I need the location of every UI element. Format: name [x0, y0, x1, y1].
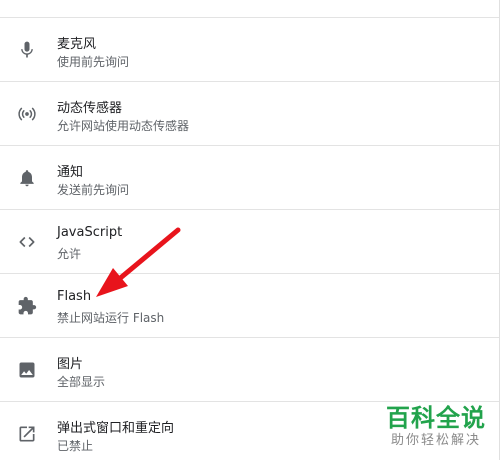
setting-row-javascript[interactable]: JavaScript 允许	[0, 209, 500, 273]
motion-sensor-icon	[17, 104, 37, 124]
site-settings-list: 麦克风 使用前先询问 动态传感器 允许网站使用动态传感器 通知 发送前先询问 J…	[0, 17, 500, 460]
setting-subtitle: 允许	[57, 247, 82, 261]
puzzle-icon	[17, 296, 37, 316]
watermark-main-text: 百科全说	[386, 404, 486, 432]
watermark-logo: 百科全说 助你轻松解决	[386, 404, 486, 450]
open-in-new-icon	[17, 424, 37, 444]
setting-row-images[interactable]: 图片 全部显示	[0, 337, 500, 401]
setting-title: 麦克风	[57, 37, 97, 52]
setting-row-notifications[interactable]: 通知 发送前先询问	[0, 145, 500, 209]
site-settings-page: 麦克风 使用前先询问 动态传感器 允许网站使用动态传感器 通知 发送前先询问 J…	[0, 0, 500, 460]
setting-title: 弹出式窗口和重定向	[57, 421, 175, 436]
setting-row-motion-sensors[interactable]: 动态传感器 允许网站使用动态传感器	[0, 81, 500, 145]
setting-subtitle: 已禁止	[57, 439, 94, 453]
setting-title: 动态传感器	[57, 101, 123, 116]
bell-icon	[17, 168, 37, 188]
setting-subtitle: 允许网站使用动态传感器	[57, 119, 190, 133]
setting-title: Flash	[57, 289, 92, 304]
setting-subtitle: 发送前先询问	[57, 183, 130, 197]
setting-subtitle: 全部显示	[57, 375, 106, 389]
setting-title: JavaScript	[57, 225, 123, 240]
setting-title: 通知	[57, 165, 84, 180]
image-icon	[17, 360, 37, 380]
setting-subtitle: 使用前先询问	[57, 55, 130, 69]
microphone-icon	[17, 40, 37, 60]
setting-title: 图片	[57, 357, 84, 372]
watermark-sub-text: 助你轻松解决	[390, 433, 481, 448]
code-icon	[17, 232, 37, 252]
setting-subtitle: 禁止网站运行 Flash	[57, 311, 165, 325]
setting-row-flash[interactable]: Flash 禁止网站运行 Flash	[0, 273, 500, 337]
setting-row-microphone[interactable]: 麦克风 使用前先询问	[0, 17, 500, 81]
